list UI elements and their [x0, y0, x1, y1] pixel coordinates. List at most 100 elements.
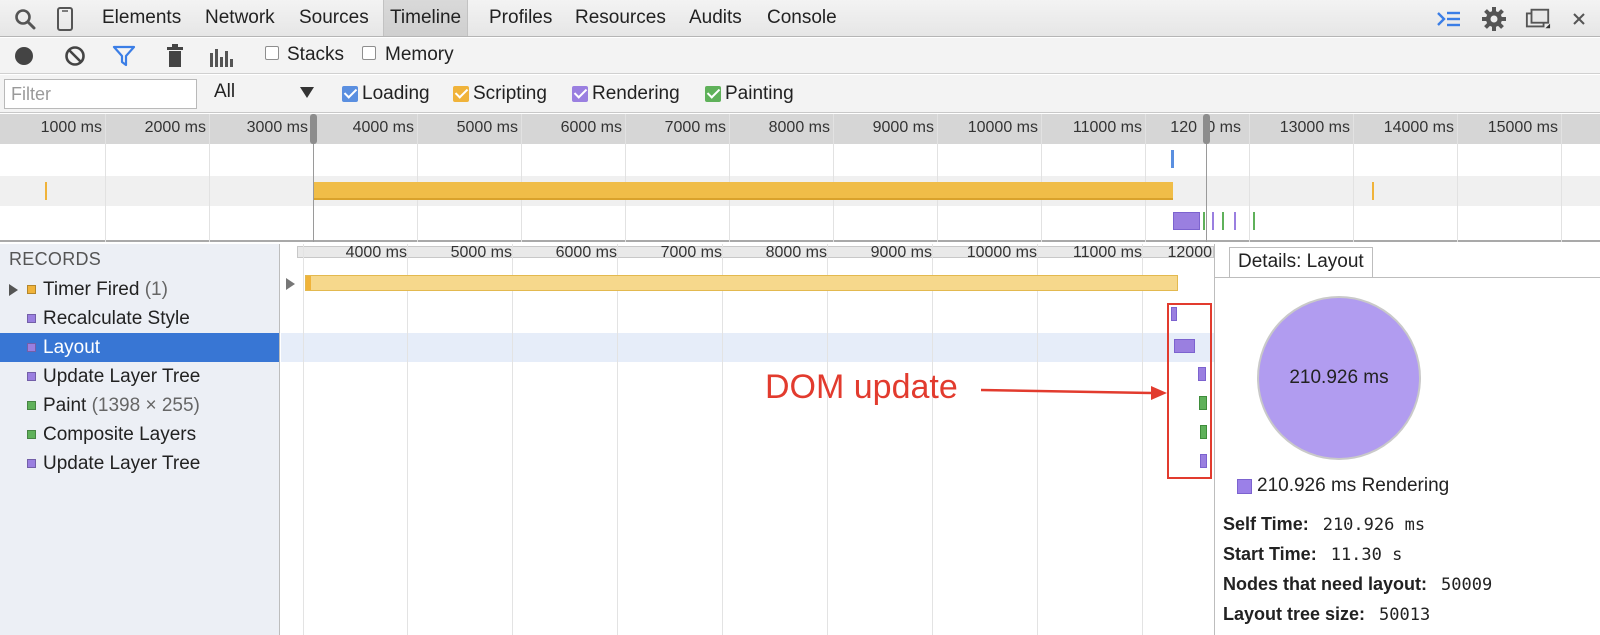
record-row-selected[interactable]: Layout — [0, 333, 279, 362]
checkbox-checked-icon[interactable] — [342, 86, 358, 102]
overview-tick-label: 0 ms — [1206, 119, 1241, 136]
main-tick-label: 8000 ms — [765, 244, 827, 261]
window-left-handle[interactable] — [310, 114, 317, 144]
checkbox-checked-icon[interactable] — [453, 86, 469, 102]
category-swatch — [27, 314, 36, 323]
record-row[interactable]: Paint (1398 × 255) — [0, 391, 279, 420]
record-row[interactable]: Timer Fired (1) — [0, 275, 279, 304]
record-label: Paint — [43, 395, 87, 416]
records-title: RECORDS — [9, 249, 102, 269]
record-icon[interactable] — [11, 43, 37, 69]
scripting-event-bar — [313, 182, 1173, 200]
loading-event-bar — [1171, 150, 1174, 168]
window-left-line — [313, 144, 314, 242]
category-painting-label: Painting — [725, 83, 794, 104]
console-drawer-icon[interactable] — [1436, 6, 1462, 32]
tab-timeline[interactable]: Timeline — [383, 0, 469, 36]
tab-audits[interactable]: Audits — [683, 0, 748, 36]
overview-tick-label: 1000 ms — [40, 119, 102, 136]
detail-row-layout-tree-size: Layout tree size: 50013 — [1223, 604, 1430, 625]
grid-line — [1142, 244, 1143, 635]
overview-tick-label: 5000 ms — [456, 119, 518, 136]
record-label: Update Layer Tree — [43, 453, 201, 474]
timer-fired-bar[interactable] — [305, 275, 1178, 291]
search-icon[interactable] — [12, 6, 38, 32]
painting-event-bar — [1203, 212, 1205, 230]
detail-row-start-time: Start Time: 11.30 s — [1223, 544, 1402, 565]
memory-checkbox[interactable] — [362, 46, 376, 60]
checkbox-checked-icon[interactable] — [705, 86, 721, 102]
devtools-tabbar: Elements Network Sources Timeline Profil… — [0, 0, 1600, 37]
tab-resources[interactable]: Resources — [569, 0, 672, 36]
chevron-down-icon[interactable] — [300, 87, 314, 98]
overview-tick-label: 9000 ms — [872, 119, 934, 136]
main-tick-label: 4000 ms — [345, 244, 407, 261]
category-rendering[interactable]: Rendering — [572, 83, 680, 105]
category-loading-label: Loading — [362, 83, 430, 104]
category-swatch — [27, 459, 36, 468]
record-row[interactable]: Update Layer Tree — [0, 449, 279, 478]
grid-line — [833, 114, 834, 242]
main-tick-label: 12000 — [1167, 244, 1213, 261]
pie-label: 210.926 ms — [1289, 367, 1389, 388]
tab-profiles[interactable]: Profiles — [483, 0, 558, 36]
record-row[interactable]: Composite Layers — [0, 420, 279, 449]
timeline-records-area[interactable]: 4000 ms 5000 ms 6000 ms 7000 ms 8000 ms … — [281, 244, 1214, 635]
close-icon[interactable] — [1566, 6, 1592, 32]
clear-icon[interactable] — [62, 43, 88, 69]
overview-tick-label: 6000 ms — [560, 119, 622, 136]
overview-tick-label: 13000 ms — [1279, 119, 1350, 136]
overview-tick-label: 10000 ms — [967, 119, 1038, 136]
category-painting[interactable]: Painting — [705, 83, 794, 105]
expand-triangle-icon[interactable] — [286, 278, 295, 290]
category-swatch — [27, 430, 36, 439]
dock-icon[interactable] — [1525, 6, 1551, 32]
timeline-overview[interactable]: 1000 ms 2000 ms 3000 ms 4000 ms 5000 ms … — [0, 114, 1600, 242]
record-row[interactable]: Update Layer Tree — [0, 362, 279, 391]
annotation-arrow-icon — [981, 386, 1167, 400]
grid-line — [209, 114, 210, 242]
tab-console[interactable]: Console — [761, 0, 843, 36]
trash-icon[interactable] — [162, 43, 188, 69]
tab-elements[interactable]: Elements — [96, 0, 187, 36]
stacks-checkbox[interactable] — [265, 46, 279, 60]
grid-line — [729, 114, 730, 242]
category-swatch — [27, 372, 36, 381]
category-swatch — [27, 285, 36, 294]
rendering-event-bar — [1173, 212, 1200, 230]
flame-chart-icon[interactable] — [209, 43, 235, 69]
detail-row-nodes-need-layout: Nodes that need layout: 50009 — [1223, 574, 1492, 595]
record-label: Composite Layers — [43, 424, 197, 445]
record-row[interactable]: Recalculate Style — [0, 304, 279, 333]
category-loading[interactable]: Loading — [342, 83, 430, 105]
tab-network[interactable]: Network — [199, 0, 281, 36]
grid-line — [625, 114, 626, 242]
duration-select[interactable]: All — [214, 81, 235, 103]
detail-key: Layout tree size: — [1223, 604, 1366, 624]
detail-key: Self Time: — [1223, 514, 1309, 534]
grid-line — [1041, 114, 1042, 242]
grid-line — [722, 244, 723, 635]
overview-tick-label: 14000 ms — [1383, 119, 1454, 136]
filter-icon[interactable] — [111, 43, 137, 69]
expand-triangle-icon[interactable] — [9, 284, 18, 296]
painting-event-bar — [1222, 212, 1224, 230]
gear-icon[interactable] — [1481, 6, 1507, 32]
detail-value: 50013 — [1379, 605, 1431, 625]
category-swatch — [27, 401, 36, 410]
grid-line — [407, 244, 408, 635]
timeline-toolbar: Stacks Memory — [0, 38, 1600, 74]
window-right-handle[interactable] — [1203, 114, 1210, 144]
record-label: Timer Fired — [43, 279, 140, 300]
filter-input[interactable] — [4, 79, 197, 109]
records-panel: RECORDS Timer Fired (1) Recalculate Styl… — [0, 244, 280, 635]
details-tab[interactable]: Details: Layout — [1229, 247, 1373, 277]
checkbox-checked-icon[interactable] — [572, 86, 588, 102]
filter-bar: All Loading Scripting Rendering Painting — [0, 75, 1600, 113]
selected-row-highlight — [281, 333, 1214, 362]
device-icon[interactable] — [52, 6, 78, 32]
main-tick-label: 6000 ms — [555, 244, 617, 261]
category-scripting[interactable]: Scripting — [453, 83, 547, 105]
annotation-label: DOM update — [765, 368, 958, 406]
tab-sources[interactable]: Sources — [293, 0, 375, 36]
